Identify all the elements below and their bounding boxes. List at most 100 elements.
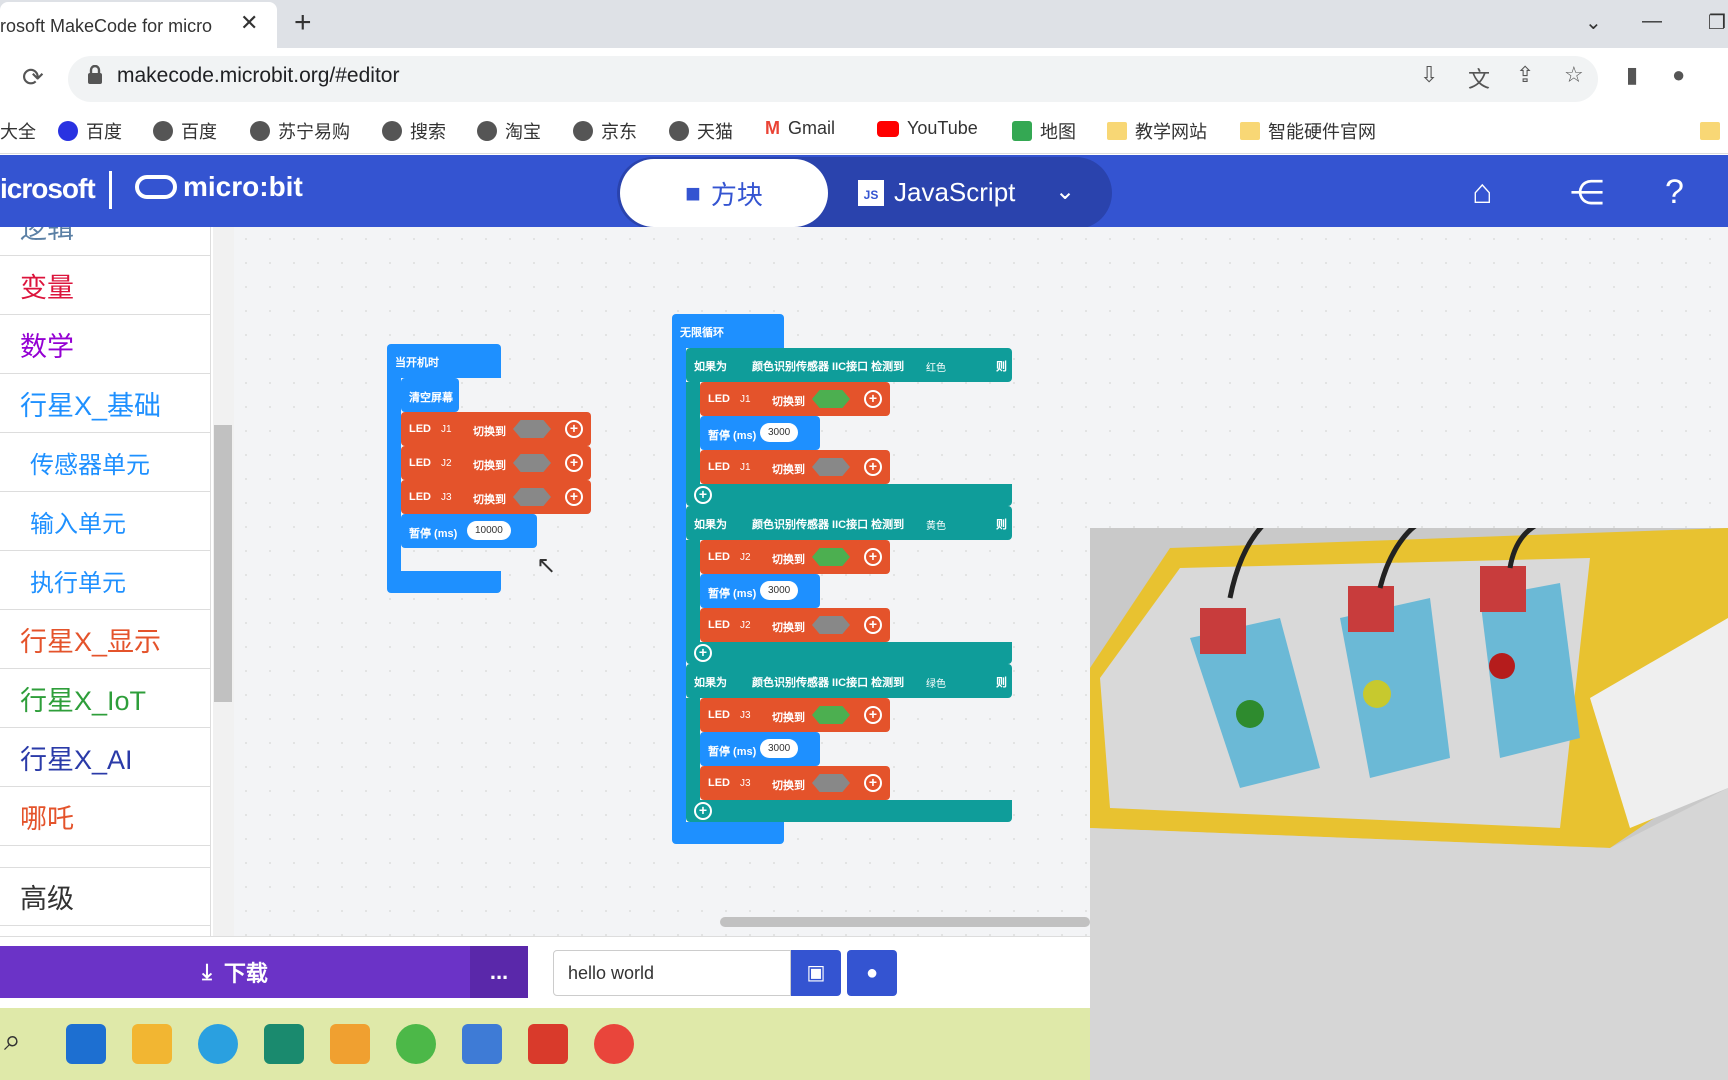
off-toggle[interactable]: [812, 458, 850, 476]
translate-icon[interactable]: 文: [1468, 62, 1490, 94]
category-sensor-unit[interactable]: 传感器单元: [0, 433, 210, 492]
tab-search-icon[interactable]: ⌄: [1585, 10, 1602, 35]
bookmark-item[interactable]: 智能硬件官网: [1240, 118, 1376, 144]
toolbox-scrollbar-thumb[interactable]: [214, 425, 232, 702]
if-block[interactable]: 如果为 颜色识别传感器 IIC接口 检测到 黄色则: [686, 506, 1012, 540]
bookmark-item[interactable]: 大全: [0, 118, 36, 144]
close-tab-icon[interactable]: ✕: [240, 10, 258, 36]
clear-screen-block[interactable]: 清空屏幕: [401, 378, 459, 412]
category-advanced[interactable]: 高级: [0, 867, 210, 926]
category-output-unit[interactable]: 执行单元: [0, 551, 210, 610]
bookmark-star-icon[interactable]: ☆: [1564, 62, 1584, 88]
profile-icon[interactable]: ●: [1672, 62, 1685, 88]
add-icon[interactable]: +: [864, 390, 882, 408]
category-planetx-iot[interactable]: 行星X_IoT: [0, 669, 210, 728]
add-icon[interactable]: +: [864, 774, 882, 792]
add-icon[interactable]: +: [864, 616, 882, 634]
bookmark-item[interactable]: 百度: [58, 118, 122, 144]
project-name-input[interactable]: hello world: [553, 950, 791, 996]
forever-block[interactable]: 无限循环: [672, 314, 784, 348]
led-switch-block[interactable]: LED J3 切换到 +: [700, 698, 890, 732]
install-icon[interactable]: ⇩: [1420, 62, 1438, 88]
minimize-icon[interactable]: —: [1642, 10, 1662, 33]
on-toggle[interactable]: [812, 706, 850, 724]
off-toggle[interactable]: [812, 774, 850, 792]
bookmark-item[interactable]: 苏宁易购: [250, 118, 350, 144]
add-icon[interactable]: +: [565, 420, 583, 438]
led-switch-block[interactable]: LED J1 切换到 +: [401, 412, 591, 446]
off-toggle[interactable]: [513, 420, 551, 438]
restore-icon[interactable]: ❐: [1708, 10, 1726, 35]
pause-block[interactable]: 暂停 (ms) 10000: [401, 514, 537, 548]
bookmark-item[interactable]: 地图: [1012, 118, 1076, 144]
bookmark-item[interactable]: 搜索: [382, 118, 446, 144]
off-toggle[interactable]: [812, 616, 850, 634]
tab-javascript[interactable]: JS JavaScript: [858, 177, 1015, 208]
on-toggle[interactable]: [812, 548, 850, 566]
category-planetx-ai[interactable]: 行星X_AI: [0, 728, 210, 787]
side-panel-icon[interactable]: ▮: [1626, 62, 1638, 88]
led-switch-block[interactable]: LED J2 切换到 +: [401, 446, 591, 480]
add-icon[interactable]: +: [565, 454, 583, 472]
category-planetx-basic[interactable]: 行星X_基础: [0, 374, 210, 433]
bookmark-item[interactable]: M Gmail: [765, 118, 835, 139]
file-explorer-icon[interactable]: [132, 1024, 172, 1064]
add-icon[interactable]: +: [864, 706, 882, 724]
add-icon[interactable]: +: [565, 488, 583, 506]
search-icon[interactable]: ⌕: [4, 1024, 44, 1064]
share-icon[interactable]: ⋲: [1570, 173, 1604, 213]
if-block[interactable]: 如果为 颜色识别传感器 IIC接口 检测到 绿色则: [686, 664, 1012, 698]
category-planetx-display[interactable]: 行星X_显示: [0, 610, 210, 669]
category-nezha[interactable]: 哪吒: [0, 787, 210, 846]
pause-block[interactable]: 暂停 (ms) 3000: [700, 416, 820, 450]
help-icon[interactable]: ?: [1665, 173, 1684, 212]
github-button[interactable]: ●: [847, 950, 897, 996]
off-toggle[interactable]: [513, 488, 551, 506]
edge-icon[interactable]: [198, 1024, 238, 1064]
bookmark-item[interactable]: 淘宝: [477, 118, 541, 144]
bookmark-item[interactable]: 京东: [573, 118, 637, 144]
led-switch-block[interactable]: LED J2 切换到 +: [700, 540, 890, 574]
wps-icon[interactable]: [528, 1024, 568, 1064]
save-button[interactable]: ▣: [791, 950, 841, 996]
category-input-unit[interactable]: 输入单元: [0, 492, 210, 551]
chrome-icon[interactable]: [594, 1024, 634, 1064]
microsoft-logo[interactable]: icrosoft: [0, 173, 96, 205]
bookmark-item[interactable]: YouTube: [877, 118, 978, 139]
add-icon[interactable]: +: [864, 458, 882, 476]
pause-block[interactable]: 暂停 (ms) 3000: [700, 732, 820, 766]
if-block[interactable]: 如果为 颜色识别传感器 IIC接口 检测到 红色则: [686, 348, 1012, 382]
add-icon[interactable]: +: [694, 486, 712, 504]
browser-tab[interactable]: rosoft MakeCode for micro: [0, 2, 277, 48]
folder-icon[interactable]: [1700, 122, 1720, 140]
on-start-block[interactable]: 当开机时: [387, 344, 501, 378]
add-icon[interactable]: +: [694, 802, 712, 820]
ie-icon[interactable]: [396, 1024, 436, 1064]
bookmark-item[interactable]: 教学网站: [1107, 118, 1207, 144]
app-icon[interactable]: [462, 1024, 502, 1064]
off-toggle[interactable]: [513, 454, 551, 472]
add-icon[interactable]: +: [694, 644, 712, 662]
chevron-down-icon[interactable]: ⌄: [1055, 177, 1075, 206]
new-tab-button[interactable]: +: [294, 6, 312, 40]
led-switch-block[interactable]: LED J1 切换到 +: [700, 382, 890, 416]
app-icon[interactable]: [330, 1024, 370, 1064]
workspace-h-scrollbar[interactable]: [720, 917, 1090, 927]
add-icon[interactable]: +: [864, 548, 882, 566]
category-logic[interactable]: 逻辑: [0, 227, 210, 256]
share-icon[interactable]: ⇪: [1516, 62, 1534, 88]
bookmark-item[interactable]: 百度: [153, 118, 217, 144]
bookmark-item[interactable]: 天猫: [669, 118, 733, 144]
tab-blocks[interactable]: ■ 方块: [620, 159, 828, 227]
category-variables[interactable]: 变量: [0, 256, 210, 315]
category-math[interactable]: 数学: [0, 315, 210, 374]
home-icon[interactable]: ⌂: [1472, 173, 1493, 212]
led-switch-block[interactable]: LED J3 切换到 +: [700, 766, 890, 800]
widgets-icon[interactable]: [66, 1024, 106, 1064]
app-icon[interactable]: [264, 1024, 304, 1064]
pause-block[interactable]: 暂停 (ms) 3000: [700, 574, 820, 608]
download-button[interactable]: ⤓ 下载: [0, 946, 470, 998]
microbit-logo[interactable]: micro:bit: [135, 171, 303, 203]
led-switch-block[interactable]: LED J1 切换到 +: [700, 450, 890, 484]
on-toggle[interactable]: [812, 390, 850, 408]
